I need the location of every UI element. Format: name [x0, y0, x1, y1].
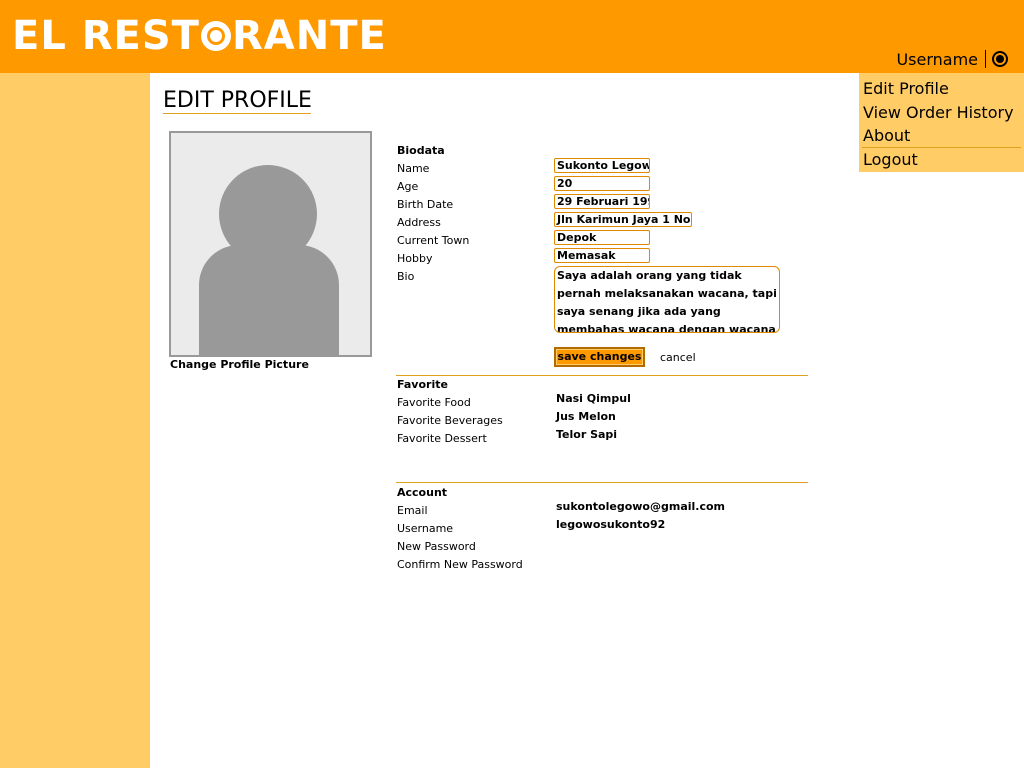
favorite-section-title: Favorite	[397, 378, 448, 391]
username-value[interactable]: legowosukonto92	[556, 518, 665, 531]
menu-item-logout[interactable]: Logout	[863, 150, 918, 169]
divider	[985, 50, 986, 68]
name-field[interactable]: Sukonto Legowo	[554, 158, 650, 173]
confirm-new-password-label: Confirm New Password	[397, 558, 523, 571]
change-profile-picture-link[interactable]: Change Profile Picture	[170, 358, 309, 371]
bio-label: Bio	[397, 270, 415, 283]
restaurant-logo[interactable]: EL REST RANTE	[12, 14, 387, 58]
new-password-label: New Password	[397, 540, 476, 553]
section-divider	[396, 375, 808, 376]
menu-item-about[interactable]: About	[863, 126, 910, 145]
current-town-field[interactable]: Depok	[554, 230, 650, 245]
hobby-label: Hobby	[397, 252, 433, 265]
left-sidebar	[0, 73, 150, 768]
biodata-section-title: Biodata	[397, 144, 445, 157]
favorite-beverages-value[interactable]: Jus Melon	[556, 410, 616, 423]
menu-item-edit-profile[interactable]: Edit Profile	[863, 79, 949, 98]
favorite-food-label: Favorite Food	[397, 396, 471, 409]
email-label: Email	[397, 504, 428, 517]
current-town-label: Current Town	[397, 234, 470, 247]
favorite-beverages-label: Favorite Beverages	[397, 414, 503, 427]
top-header: EL REST RANTE Username	[0, 0, 1024, 73]
favorite-dessert-label: Favorite Dessert	[397, 432, 487, 445]
save-changes-button[interactable]: save changes	[554, 347, 645, 367]
logo-o-icon	[200, 21, 231, 51]
username-label[interactable]: Username	[896, 50, 978, 69]
title-underline	[163, 113, 311, 114]
account-section-title: Account	[397, 486, 448, 499]
username-label: Username	[397, 522, 454, 535]
user-avatar-icon[interactable]	[992, 51, 1008, 67]
age-label: Age	[397, 180, 419, 193]
page-title: EDIT PROFILE	[163, 88, 312, 113]
avatar-placeholder-body	[199, 245, 339, 355]
profile-picture[interactable]	[169, 131, 372, 357]
logo-text-end: RANTE	[231, 13, 387, 59]
user-dropdown-menu: Edit Profile View Order History About Lo…	[859, 73, 1024, 172]
menu-divider	[862, 147, 1021, 148]
birth-date-field[interactable]: 29 Februari 1992	[554, 194, 650, 209]
name-label: Name	[397, 162, 430, 175]
user-menu[interactable]: Username	[896, 48, 1008, 70]
birth-date-label: Birth Date	[397, 198, 454, 211]
age-field[interactable]: 20	[554, 176, 650, 191]
cancel-link[interactable]: cancel	[660, 351, 696, 364]
favorite-dessert-value[interactable]: Telor Sapi	[556, 428, 617, 441]
hobby-field[interactable]: Memasak	[554, 248, 650, 263]
section-divider	[396, 482, 808, 483]
address-field[interactable]: Jln Karimun Jaya 1 No 11	[554, 212, 692, 227]
menu-item-view-order-history[interactable]: View Order History	[863, 103, 1014, 122]
favorite-food-value[interactable]: Nasi Qimpul	[556, 392, 631, 405]
bio-textarea[interactable]: Saya adalah orang yang tidak pernah mela…	[554, 266, 780, 333]
email-value[interactable]: sukontolegowo@gmail.com	[556, 500, 725, 513]
logo-text-start: EL REST	[12, 13, 200, 59]
address-label: Address	[397, 216, 441, 229]
